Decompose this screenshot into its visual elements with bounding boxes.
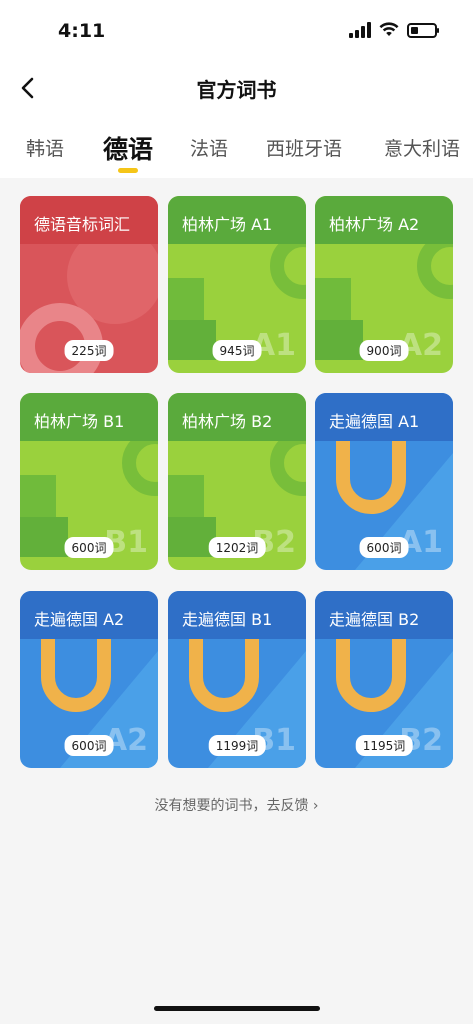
book-title: 德语音标词汇 xyxy=(34,215,131,234)
book-card-menschen-a2[interactable]: 走遍德国 A2 A2 600词 xyxy=(20,591,158,768)
status-bar: 4:11 xyxy=(0,0,473,62)
battery-icon xyxy=(407,22,439,38)
word-count-badge: 900词 xyxy=(359,340,409,361)
tab-french[interactable]: 法语 xyxy=(190,134,228,161)
feedback-link[interactable]: 没有想要的词书，去反馈 › xyxy=(0,795,473,815)
book-card-berlin-a1[interactable]: 柏林广场 A1 A1 945词 xyxy=(168,196,306,373)
tab-italian[interactable]: 意大利语 xyxy=(384,134,460,161)
book-card-german-phonetics[interactable]: 德语音标词汇 225词 xyxy=(20,196,158,373)
language-tabs: 韩语 德语 法语 西班牙语 意大利语 xyxy=(0,128,473,176)
battery-level xyxy=(411,26,418,34)
book-card-menschen-a1[interactable]: 走遍德国 A1 A1 600词 xyxy=(315,393,453,570)
word-count-badge: 1195词 xyxy=(355,735,413,756)
nav-bar: 官方词书 xyxy=(0,62,473,116)
book-title: 走遍德国 B1 xyxy=(182,610,273,629)
word-count-badge: 1199词 xyxy=(208,735,266,756)
home-indicator xyxy=(154,1006,320,1011)
book-title: 柏林广场 A1 xyxy=(182,215,273,234)
book-title: 走遍德国 B2 xyxy=(329,610,420,629)
book-card-berlin-b1[interactable]: 柏林广场 B1 B1 600词 xyxy=(20,393,158,570)
status-icons xyxy=(349,22,439,38)
word-count-badge: 1202词 xyxy=(208,537,266,558)
chevron-right-icon: › xyxy=(312,798,319,814)
book-title: 走遍德国 A2 xyxy=(34,610,125,629)
book-card-berlin-a2[interactable]: 柏林广场 A2 A2 900词 xyxy=(315,196,453,373)
page-title: 官方词书 xyxy=(196,78,277,102)
cellular-signal-icon xyxy=(349,22,371,38)
word-count-badge: 225词 xyxy=(64,340,114,361)
word-count-badge: 600词 xyxy=(359,537,409,558)
book-title: 走遍德国 A1 xyxy=(329,412,420,431)
word-count-badge: 600词 xyxy=(64,537,114,558)
book-card-menschen-b2[interactable]: 走遍德国 B2 B2 1195词 xyxy=(315,591,453,768)
word-count-badge: 945词 xyxy=(212,340,262,361)
book-title: 柏林广场 B2 xyxy=(182,412,273,431)
tab-korean[interactable]: 韩语 xyxy=(26,134,64,161)
book-title: 柏林广场 B1 xyxy=(34,412,125,431)
word-count-badge: 600词 xyxy=(64,735,114,756)
book-card-berlin-b2[interactable]: 柏林广场 B2 B2 1202词 xyxy=(168,393,306,570)
status-time: 4:11 xyxy=(58,20,106,42)
tab-german[interactable]: 德语 xyxy=(103,130,153,166)
active-tab-indicator xyxy=(118,168,138,173)
book-title: 柏林广场 A2 xyxy=(329,215,420,234)
wifi-icon xyxy=(379,22,399,36)
book-card-menschen-b1[interactable]: 走遍德国 B1 B1 1199词 xyxy=(168,591,306,768)
feedback-text: 没有想要的词书，去反馈 xyxy=(154,798,309,814)
tab-spanish[interactable]: 西班牙语 xyxy=(266,134,342,161)
